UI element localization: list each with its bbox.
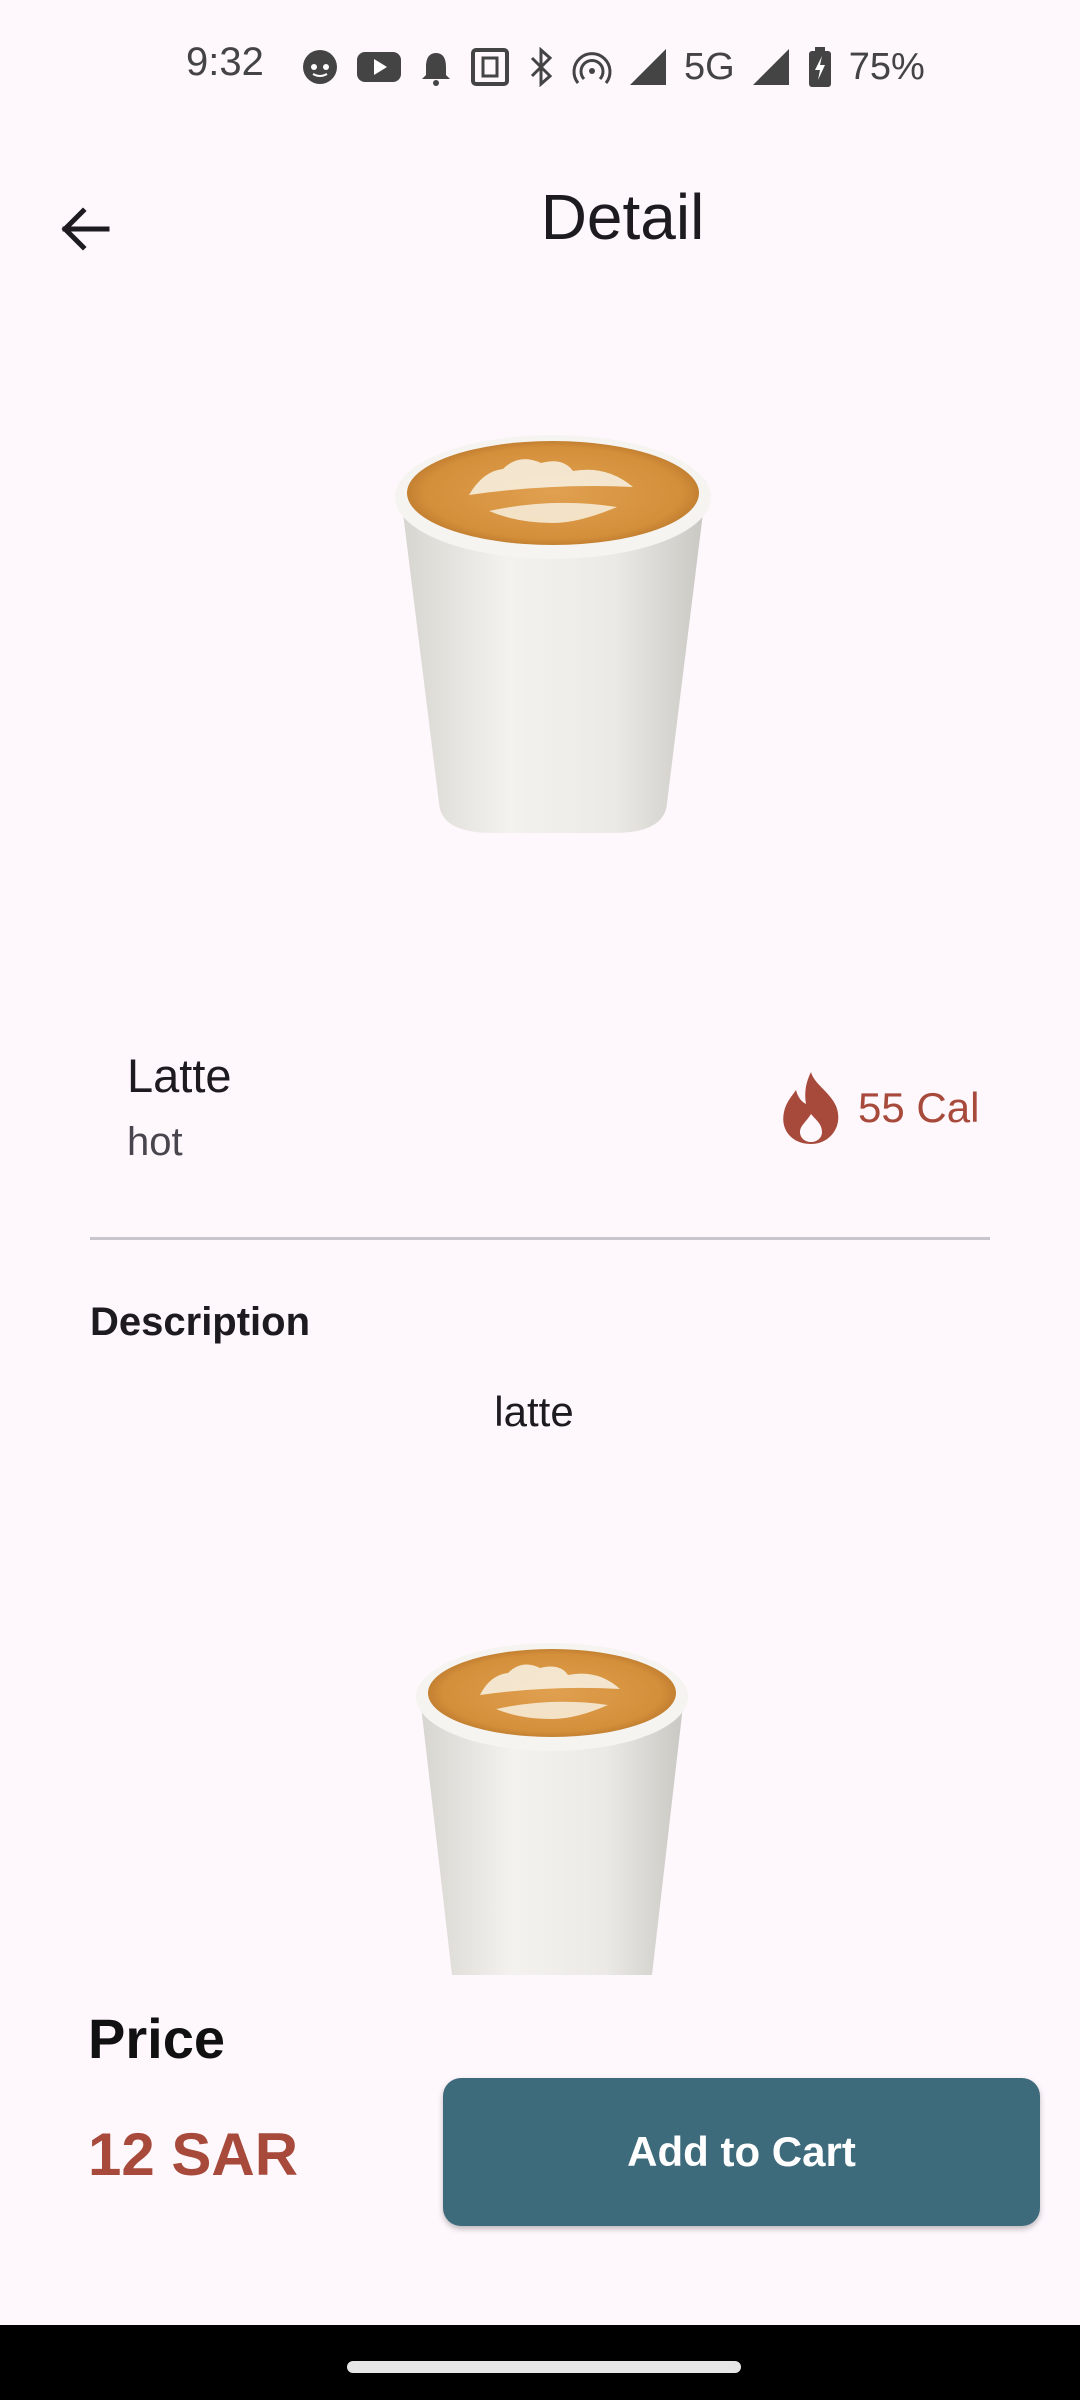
- divider: [90, 1237, 990, 1240]
- app-bar: Detail: [0, 134, 1080, 304]
- network-type: 5G: [684, 45, 735, 88]
- price-value: 12 SAR: [88, 2121, 299, 2188]
- navigation-bar: [0, 2325, 1080, 2400]
- face-icon: [300, 47, 340, 87]
- status-icons: 5G 75%: [300, 44, 925, 90]
- product-name: Latte: [127, 1049, 232, 1102]
- description-image: [412, 1635, 692, 1975]
- nfc-icon: [470, 47, 510, 87]
- flame-icon: [783, 1072, 839, 1144]
- price-label: Price: [88, 2007, 225, 2070]
- calories-text: 55 Cal: [858, 1084, 980, 1131]
- signal-icon: [628, 47, 668, 87]
- notification-bell-icon: [418, 47, 454, 87]
- description-title: Description: [90, 1300, 311, 1344]
- home-gesture-handle[interactable]: [347, 2361, 741, 2373]
- youtube-icon: [356, 49, 402, 85]
- product-variant: hot: [127, 1120, 183, 1164]
- status-time: 9:32: [186, 40, 264, 84]
- signal-icon: [751, 47, 791, 87]
- bluetooth-icon: [526, 47, 556, 87]
- calories-badge: 55 Cal: [778, 1068, 979, 1148]
- add-to-cart-button[interactable]: Add to Cart: [443, 2078, 1040, 2226]
- page-title: Detail: [540, 181, 705, 253]
- battery-charging-icon: [807, 46, 833, 88]
- battery-level: 75%: [848, 45, 925, 88]
- status-bar: 9:32 5G 75%: [0, 0, 1080, 134]
- product-image: [393, 425, 713, 835]
- description-text: latte: [494, 1388, 574, 1435]
- hotspot-icon: [572, 47, 612, 87]
